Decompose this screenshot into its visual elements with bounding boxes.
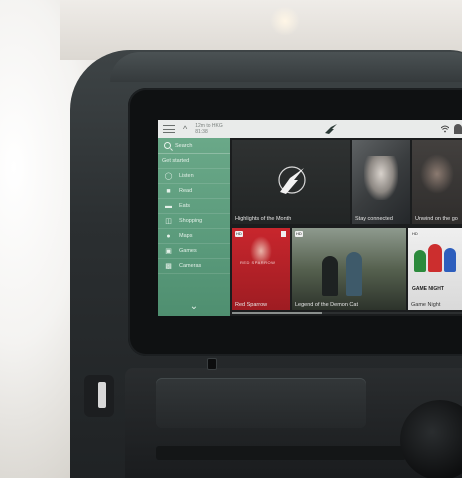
ceiling-light bbox=[270, 6, 300, 36]
side-port-insert bbox=[98, 382, 106, 408]
chevron-up-icon[interactable]: ^ bbox=[183, 124, 187, 134]
hd-badge: HD bbox=[295, 231, 303, 237]
poster-title: GAME NIGHT bbox=[412, 286, 444, 292]
brushwing-logo-icon bbox=[325, 124, 337, 134]
sidebar-item-games[interactable]: ▣ Games bbox=[158, 244, 230, 259]
wifi-icon[interactable] bbox=[441, 125, 449, 133]
scrollbar-thumb[interactable] bbox=[232, 312, 322, 314]
chevron-down-icon[interactable]: ⌄ bbox=[184, 302, 204, 312]
sidebar-item-read[interactable]: ■ Read bbox=[158, 184, 230, 199]
poster-title: RED SPARROW bbox=[240, 260, 276, 265]
flight-time-remaining: 12m to HKG bbox=[195, 122, 223, 129]
tray-slot bbox=[156, 446, 406, 460]
gamepad-icon: ▣ bbox=[165, 247, 172, 255]
tile-label: Game Night bbox=[411, 302, 441, 308]
sidebar-item-label: Read bbox=[179, 188, 193, 194]
brushwing-logo-icon bbox=[278, 166, 306, 194]
poster-figure bbox=[322, 256, 338, 296]
tile-game-night[interactable]: HD GAME NIGHT Game Night bbox=[408, 228, 462, 310]
sidebar-item-listen[interactable]: ◯ Listen bbox=[158, 169, 230, 184]
tile-legend-of-the-demon-cat[interactable]: HD Legend of the Demon Cat bbox=[292, 228, 406, 310]
hd-badge: HD bbox=[235, 231, 243, 237]
map-pin-icon: ● bbox=[166, 232, 171, 240]
menu-icon[interactable] bbox=[163, 125, 175, 133]
bag-icon: ◫ bbox=[165, 217, 172, 225]
food-icon: ▬ bbox=[165, 202, 172, 210]
tray-table-latch[interactable] bbox=[156, 378, 366, 428]
sidebar-item-label: Maps bbox=[179, 233, 193, 239]
profile-icon[interactable] bbox=[454, 124, 462, 134]
sidebar-item-label: Eats bbox=[179, 203, 191, 209]
tile-unwind[interactable]: Unwind on the go bbox=[412, 140, 462, 224]
usb-port[interactable] bbox=[207, 358, 217, 370]
bookmark-icon[interactable] bbox=[281, 231, 286, 237]
poster-figure bbox=[346, 252, 362, 296]
search-label: Search bbox=[175, 142, 193, 149]
hd-badge: HD bbox=[411, 231, 419, 237]
tile-red-sparrow[interactable]: HD RED SPARROW Red Sparrow bbox=[232, 228, 290, 310]
tile-label: Red Sparrow bbox=[235, 302, 268, 308]
book-icon: ■ bbox=[166, 187, 171, 195]
photo-scene: ^ 12m to HKG 81:38 Search Get started ◯ … bbox=[0, 0, 462, 478]
headphones-icon: ◯ bbox=[164, 172, 173, 180]
tile-label: Legend of the Demon Cat bbox=[295, 302, 358, 308]
sidebar-item-maps[interactable]: ● Maps bbox=[158, 229, 230, 244]
tile-label: Highlights of the Month bbox=[235, 216, 292, 222]
entertainment-screen: ^ 12m to HKG 81:38 Search Get started ◯ … bbox=[158, 120, 462, 316]
tile-stay-connected[interactable]: Stay connected bbox=[352, 140, 410, 224]
tile-label: Unwind on the go bbox=[415, 216, 458, 222]
flight-clock: 81:38 bbox=[195, 128, 208, 135]
sidebar-item-get-started[interactable]: Get started bbox=[158, 154, 230, 169]
game-piece-red bbox=[428, 244, 442, 272]
tile-label: Stay connected bbox=[355, 216, 393, 222]
game-piece-blue bbox=[444, 248, 456, 272]
sidebar-item-cameras[interactable]: ▩ Cameras bbox=[158, 259, 230, 274]
seat-top-band bbox=[110, 52, 462, 82]
sidebar-item-label: Listen bbox=[179, 173, 194, 179]
tile-highlights[interactable]: Highlights of the Month bbox=[232, 140, 350, 224]
sidebar-item-shopping[interactable]: ◫ Shopping bbox=[158, 214, 230, 229]
camera-icon: ▩ bbox=[165, 262, 172, 270]
tile-image bbox=[364, 156, 398, 200]
search-icon bbox=[164, 142, 171, 149]
screen-topbar: ^ 12m to HKG 81:38 bbox=[158, 120, 462, 138]
sidebar-item-label: Cameras bbox=[179, 263, 202, 269]
game-piece-green bbox=[414, 250, 426, 272]
sidebar-item-label: Get started bbox=[162, 158, 190, 164]
sidebar: Search Get started ◯ Listen ■ Read ▬ Eat… bbox=[158, 138, 230, 316]
sidebar-item-label: Shopping bbox=[179, 218, 203, 224]
tile-image bbox=[420, 154, 454, 194]
sidebar-item-eats[interactable]: ▬ Eats bbox=[158, 199, 230, 214]
search-button[interactable]: Search bbox=[158, 138, 230, 154]
flight-info: 12m to HKG 81:38 bbox=[195, 122, 223, 135]
horizontal-scrollbar[interactable] bbox=[232, 312, 462, 314]
sidebar-item-label: Games bbox=[179, 248, 197, 254]
